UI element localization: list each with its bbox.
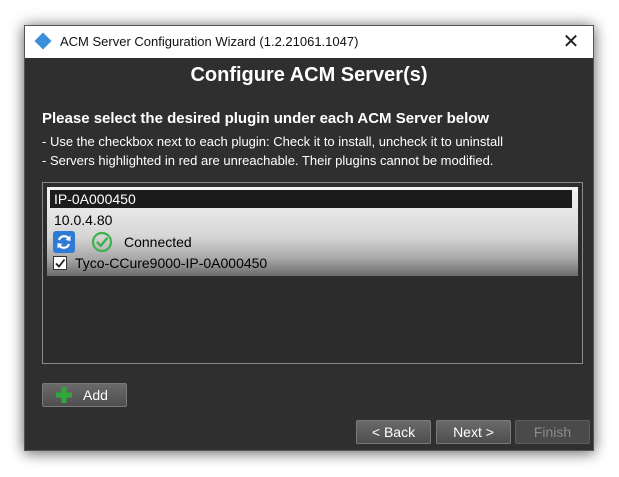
- plugin-checkbox[interactable]: [53, 256, 67, 270]
- server-list[interactable]: IP-0A000450 10.0.4.80 Connected Tyco-CCu…: [42, 182, 583, 364]
- close-button[interactable]: ✕: [549, 26, 593, 58]
- instruction-line-1: - Use the checkbox next to each plugin: …: [42, 134, 504, 149]
- plus-icon: [55, 386, 73, 404]
- finish-button[interactable]: Finish: [515, 420, 590, 444]
- server-ip: 10.0.4.80: [54, 212, 113, 228]
- check-circle-icon: [91, 231, 113, 253]
- page-title: Configure ACM Server(s): [190, 64, 428, 86]
- wizard-window: ACM Server Configuration Wizard (1.2.210…: [24, 25, 594, 451]
- server-name[interactable]: IP-0A000450: [50, 190, 572, 208]
- add-server-button[interactable]: Add: [42, 383, 127, 407]
- page-subtitle: Please select the desired plugin under e…: [42, 110, 490, 127]
- window-title: ACM Server Configuration Wizard (1.2.210…: [60, 34, 359, 49]
- instruction-line-2: - Servers highlighted in red are unreach…: [42, 153, 494, 168]
- server-list-item[interactable]: IP-0A000450 10.0.4.80 Connected Tyco-CCu…: [47, 187, 578, 276]
- back-button[interactable]: < Back: [356, 420, 431, 444]
- app-diamond-icon: [34, 32, 52, 50]
- connection-status: Connected: [124, 234, 192, 250]
- add-button-label: Add: [83, 387, 108, 403]
- refresh-icon[interactable]: [53, 231, 75, 253]
- plugin-label: Tyco-CCure9000-IP-0A000450: [75, 255, 268, 271]
- next-button[interactable]: Next >: [436, 420, 511, 444]
- title-bar: ACM Server Configuration Wizard (1.2.210…: [25, 26, 593, 58]
